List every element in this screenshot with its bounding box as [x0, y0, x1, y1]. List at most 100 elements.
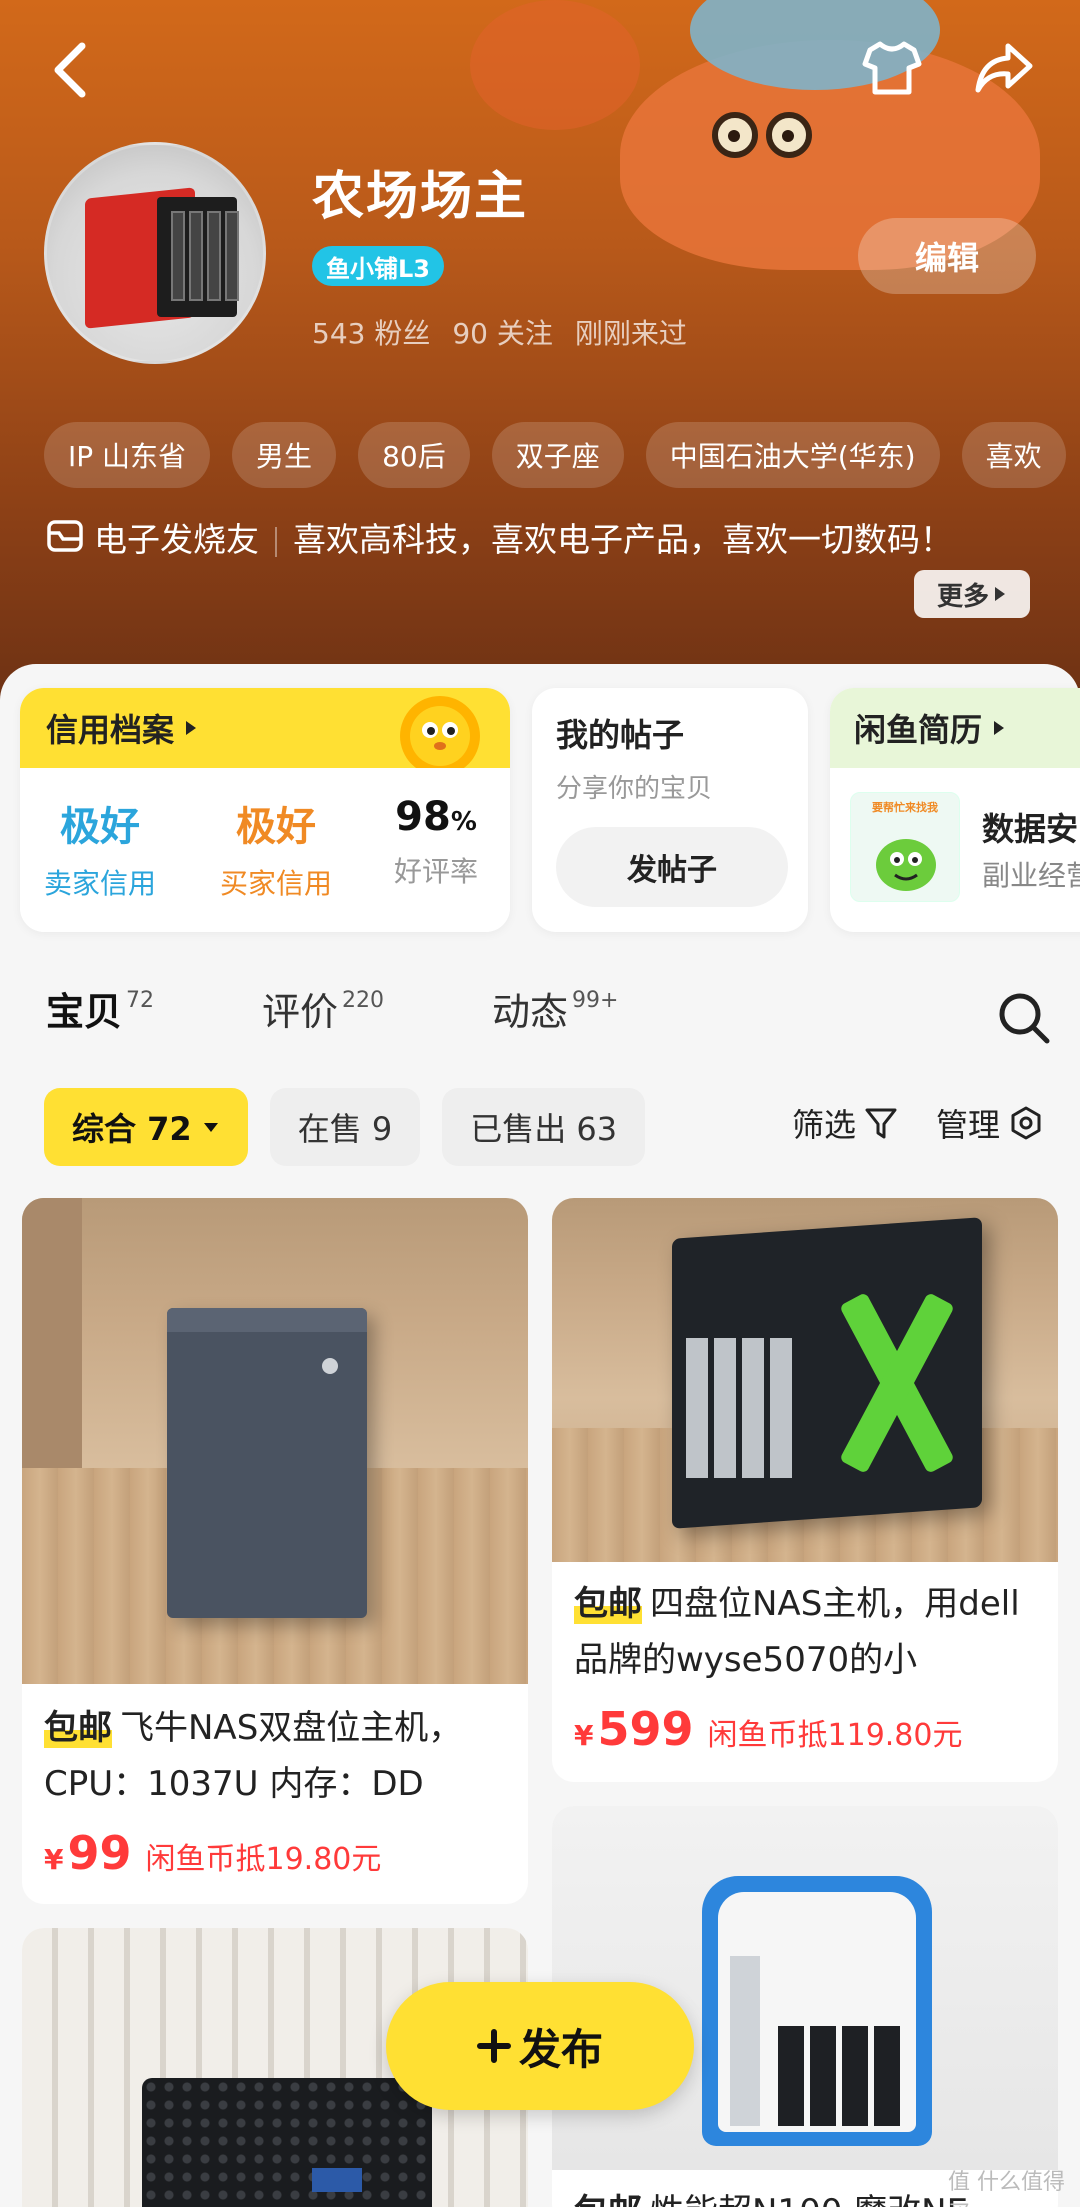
tag-age: 80后 — [358, 422, 470, 488]
tab-activity-count: 99+ — [572, 988, 619, 1013]
profile-stats: 543 粉丝 90 关注 刚刚来过 — [312, 312, 687, 352]
drive-bay — [714, 1338, 736, 1478]
crab-eye-left — [712, 112, 758, 158]
watermark: 值 什么值得买 — [948, 2170, 1065, 2207]
nas-top — [167, 1308, 367, 1332]
crab-eye-right — [766, 112, 812, 158]
resume-header: 闲鱼简历 — [830, 688, 1080, 768]
drive-bay — [810, 2026, 836, 2126]
nas-device — [167, 1308, 367, 1618]
outfit-button[interactable] — [860, 36, 924, 100]
profile-header: 农场场主 鱼小铺L3 编辑 543 粉丝 90 关注 刚刚来过 IP 山东省 男… — [0, 0, 1080, 700]
seller-credit-value: 极好 — [60, 804, 140, 850]
product-title: 包邮 四盘位NAS主机，用dell品牌的wyse5070的小 — [574, 1576, 1034, 1688]
resume-card[interactable]: 闲鱼简历 要帮忙来找我 数据安 副业经营 — [830, 688, 1080, 932]
avatar-drive-bay — [225, 211, 239, 301]
side-grille — [730, 1956, 760, 2126]
product-image — [552, 1198, 1058, 1562]
drive-bay — [842, 2026, 868, 2126]
back-button[interactable] — [50, 40, 100, 100]
drive-bay — [742, 1338, 764, 1478]
tab-reviews[interactable]: 评价 220 — [262, 984, 384, 1040]
filter-sold[interactable]: 已售出 63 — [442, 1088, 646, 1166]
drive-bay — [874, 2026, 900, 2126]
free-shipping-tag: 包邮 — [574, 2192, 642, 2207]
tag-gender: 男生 — [232, 422, 337, 488]
tab-items[interactable]: 宝贝 72 — [46, 984, 154, 1040]
edit-button[interactable]: 编辑 — [858, 218, 1036, 294]
drive-bay — [686, 1338, 708, 1478]
tag-school: 中国石油大学(华东) — [645, 422, 940, 488]
triangle-right-icon — [995, 587, 1005, 601]
rating-unit: % — [450, 807, 477, 837]
tab-activity[interactable]: 动态 99+ — [492, 984, 618, 1040]
filter-on-sale[interactable]: 在售 9 — [269, 1088, 421, 1166]
posts-card[interactable]: 我的帖子 分享你的宝贝 发帖子 — [532, 688, 808, 932]
tag-hobby: 喜欢 — [961, 422, 1066, 488]
create-post-button[interactable]: 发帖子 — [556, 827, 788, 907]
bio-prefix: 电子发烧友 — [94, 520, 259, 559]
buyer-credit-value: 极好 — [236, 804, 316, 850]
tab-items-label: 宝贝 — [46, 984, 122, 1040]
avatar[interactable] — [44, 142, 266, 364]
tab-reviews-count: 220 — [342, 988, 385, 1013]
gear-icon — [1011, 1106, 1041, 1140]
product-card[interactable]: 包邮 四盘位NAS主机，用dell品牌的wyse5070的小 ¥ 599 闲鱼币抵… — [552, 1198, 1058, 1782]
drive-bay — [770, 1338, 792, 1478]
more-button[interactable]: 更多 — [914, 570, 1030, 618]
credit-card[interactable]: 信用档案 极好 卖家信用 极好 买家信用 98% 好评率 — [20, 688, 510, 932]
product-price: 99 — [67, 1826, 132, 1880]
crab-claw-decoration — [470, 0, 640, 130]
rating-value: 98 — [395, 794, 451, 840]
resume-sub: 副业经营 — [982, 859, 1080, 892]
bio-divider — [275, 526, 277, 557]
search-icon — [999, 993, 1050, 1044]
coin-discount: 闲鱼币抵119.80元 — [707, 1718, 963, 1753]
manage-button[interactable]: 管理 — [936, 1100, 1044, 1146]
triangle-right-icon — [994, 721, 1005, 735]
chevron-left-icon — [54, 42, 86, 98]
avatar-drive-bay — [207, 211, 221, 301]
resume-thumbnail: 要帮忙来找我 — [850, 792, 960, 902]
bio-text: 喜欢高科技，喜欢电子产品，喜欢一切数码！ — [293, 520, 953, 559]
share-button[interactable] — [972, 36, 1036, 100]
share-icon — [975, 43, 1033, 93]
chip-card-icon — [46, 514, 84, 570]
product-price-row: ¥ 599 闲鱼币抵119.80元 — [574, 1702, 963, 1756]
tab-activity-label: 动态 — [492, 990, 569, 1034]
last-visit: 刚刚来过 — [574, 317, 687, 350]
resume-title: 闲鱼简历 — [854, 711, 983, 749]
drive-bay — [778, 2026, 804, 2126]
more-label: 更多 — [936, 581, 989, 612]
resume-thumb-text: 要帮忙来找我 — [872, 801, 938, 814]
avatar-drive-bay — [171, 211, 185, 301]
product-price: 599 — [597, 1702, 694, 1756]
manage-label: 管理 — [936, 1106, 1001, 1144]
shop-name: 农场场主 — [312, 167, 529, 227]
triangle-down-icon — [203, 1123, 218, 1132]
fish-mascot-icon — [876, 839, 936, 891]
publish-button[interactable]: 发布 — [386, 1982, 694, 2110]
product-card[interactable]: 包邮 飞牛NAS双盘位主机，CPU：1037U 内存：DD ¥ 99 闲鱼币抵19… — [22, 1198, 528, 1904]
plus-icon — [476, 2029, 511, 2063]
followers-count[interactable]: 543 粉丝 — [312, 312, 430, 352]
seller-credit-label: 卖家信用 — [44, 867, 157, 900]
tag-zodiac: 双子座 — [491, 422, 624, 488]
search-button[interactable] — [996, 990, 1052, 1046]
screen-label: 筛选 — [792, 1106, 857, 1144]
bio: 电子发烧友 喜欢高科技，喜欢电子产品，喜欢一切数码！ — [46, 512, 1046, 570]
filter-all[interactable]: 综合 72 — [44, 1088, 248, 1166]
mini-pc-device — [142, 2078, 432, 2207]
screen-button[interactable]: 筛选 — [792, 1100, 898, 1146]
publish-label: 发布 — [518, 2024, 603, 2074]
following-count[interactable]: 90 关注 — [452, 312, 553, 352]
power-button-dot — [322, 1358, 338, 1374]
coin-discount: 闲鱼币抵19.80元 — [145, 1842, 382, 1877]
content-tabs: 宝贝 72 评价 220 动态 99+ — [46, 984, 726, 1054]
level-badge[interactable]: 鱼小铺L3 — [312, 246, 444, 286]
product-title: 包邮 飞牛NAS双盘位主机，CPU：1037U 内存：DD — [44, 1700, 504, 1812]
tab-items-count: 72 — [126, 988, 155, 1013]
credit-title: 信用档案 — [46, 711, 175, 749]
resume-name: 数据安 — [982, 810, 1079, 848]
posts-title: 我的帖子 — [556, 716, 685, 754]
